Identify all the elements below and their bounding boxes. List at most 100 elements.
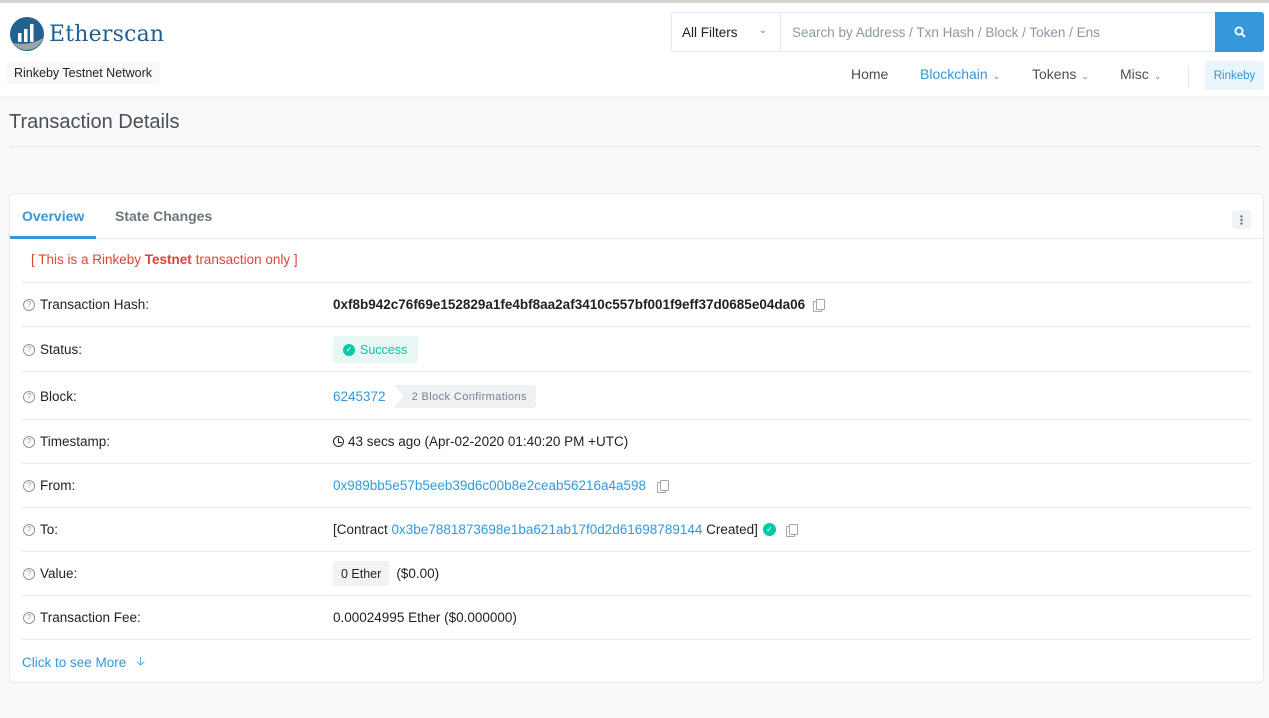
see-more-link[interactable]: Click to see More 🡣 (22, 652, 145, 673)
row-status: ? Status: ✓ Success (22, 326, 1251, 371)
field-value: 0x989bb5e57b5eeb39d6c00b8e2ceab56216a4a5… (333, 478, 670, 493)
nav-label: Misc (1120, 66, 1149, 82)
copy-icon[interactable] (813, 298, 826, 312)
status-text: Success (360, 342, 408, 357)
search-filter-select[interactable]: All Filters ⌄ (671, 12, 781, 52)
label-text: To: (40, 522, 59, 537)
ether-amount-badge: 0 Ether (333, 561, 390, 586)
label-text: From: (40, 478, 76, 493)
nav-blockchain[interactable]: Blockchain ⌄ (920, 66, 1000, 82)
from-address-link[interactable]: 0x989bb5e57b5eeb39d6c00b8e2ceab56216a4a5… (333, 478, 646, 493)
field-label: ? From: (23, 478, 75, 493)
field-value: 0 Ether ($0.00) (333, 561, 439, 586)
chevron-down-icon: ⌄ (1081, 71, 1089, 81)
chevron-down-icon: ⌄ (1153, 71, 1162, 81)
clock-icon (333, 436, 344, 447)
search-input[interactable]: Search by Address / Txn Hash / Block / T… (780, 12, 1216, 52)
tab-overview[interactable]: Overview (22, 208, 84, 224)
tab-bar: Overview State Changes (10, 194, 1263, 239)
network-label: Rinkeby Testnet Network (6, 62, 161, 84)
confirmations-badge: 2 Block Confirmations (393, 385, 536, 408)
arrow-down-icon: 🡣 (136, 654, 145, 668)
fee-text: 0.00024995 Ether ($0.000000) (333, 610, 517, 625)
field-label: ? Value: (23, 566, 77, 581)
label-text: Transaction Fee: (40, 610, 141, 625)
field-label: ? Transaction Hash: (23, 297, 149, 312)
help-icon[interactable]: ? (23, 479, 35, 492)
field-value: 0.00024995 Ether ($0.000000) (333, 610, 517, 625)
search-icon (1234, 26, 1245, 38)
row-from: ? From: 0x989bb5e57b5eeb39d6c00b8e2ceab56… (22, 463, 1251, 507)
nav-home[interactable]: Home (851, 66, 888, 82)
notice-text: [ This is a Rinkeby (31, 252, 145, 267)
label-text: Timestamp: (40, 434, 111, 449)
row-block: ? Block: 6245372 2 Block Confirmations (22, 371, 1251, 419)
field-value: ✓ Success (333, 336, 419, 363)
transaction-hash: 0xf8b942c76f69e152829a1fe4bf8aa2af3410c5… (333, 297, 806, 312)
block-number-link[interactable]: 6245372 (333, 389, 386, 404)
search-button[interactable] (1215, 12, 1264, 52)
transaction-card: Overview State Changes [ This is a Rinke… (9, 193, 1264, 683)
status-badge: ✓ Success (333, 336, 419, 363)
row-transaction-hash: ? Transaction Hash: 0xf8b942c76f69e152829… (22, 282, 1251, 326)
copy-icon[interactable] (657, 479, 670, 493)
nav-misc[interactable]: Misc ⌄ (1120, 66, 1161, 82)
active-tab-indicator (10, 236, 96, 239)
brand-name: Etherscan (49, 21, 165, 47)
help-icon[interactable]: ? (23, 611, 35, 624)
field-value: 43 secs ago (Apr-02-2020 01:40:20 PM +UT… (333, 434, 628, 449)
network-switch-button[interactable]: Rinkeby (1205, 61, 1264, 90)
nav-label: Home (851, 66, 889, 82)
row-value: ? Value: 0 Ether ($0.00) (22, 551, 1251, 595)
label-text: Status: (40, 342, 83, 357)
row-to: ? To: [Contract 0x3be7881873698e1ba621ab1… (22, 507, 1251, 551)
help-icon[interactable]: ? (23, 435, 35, 448)
help-icon[interactable]: ? (23, 567, 35, 580)
field-label: ? To: (23, 522, 58, 537)
to-suffix: Created] (702, 522, 758, 537)
testnet-notice: [ This is a Rinkeby Testnet transaction … (31, 252, 298, 267)
divider (22, 639, 1251, 640)
row-transaction-fee: ? Transaction Fee: 0.00024995 Ether ($0.0… (22, 595, 1251, 639)
divider (9, 146, 1260, 147)
field-label: ? Transaction Fee: (23, 610, 141, 625)
check-circle-icon: ✓ (343, 343, 355, 356)
help-icon[interactable]: ? (23, 298, 35, 311)
nav-tokens[interactable]: Tokens ⌄ (1032, 66, 1089, 82)
label-text: Value: (40, 566, 78, 581)
field-label: ? Status: (23, 342, 82, 357)
field-label: ? Timestamp: (23, 434, 110, 449)
chevron-down-icon: ⌄ (758, 25, 767, 36)
field-label: ? Block: (23, 389, 77, 404)
to-prefix: [Contract (333, 522, 392, 537)
tab-state-changes[interactable]: State Changes (115, 208, 212, 224)
nav-label: Tokens (1032, 66, 1077, 82)
help-icon[interactable]: ? (23, 343, 35, 356)
timestamp-text: 43 secs ago (Apr-02-2020 01:40:20 PM +UT… (348, 434, 629, 449)
nav-label: Blockchain (920, 66, 988, 82)
copy-icon[interactable] (785, 523, 798, 537)
field-value: 0xf8b942c76f69e152829a1fe4bf8aa2af3410c5… (333, 297, 826, 312)
usd-value: ($0.00) (396, 566, 440, 581)
logo-icon (9, 16, 45, 52)
help-icon[interactable]: ? (23, 523, 35, 536)
filter-value: All Filters (682, 24, 738, 40)
help-icon[interactable]: ? (23, 390, 35, 403)
row-timestamp: ? Timestamp: 43 secs ago (Apr-02-2020 01:… (22, 419, 1251, 463)
see-more-text: Click to see More (22, 655, 127, 670)
page-title: Transaction Details (9, 111, 180, 133)
field-value: [Contract 0x3be7881873698e1ba621ab17f0d2… (333, 522, 798, 537)
etherscan-logo[interactable]: Etherscan (9, 16, 164, 52)
notice-text: transaction only ] (191, 252, 298, 267)
contract-address-link[interactable]: 0x3be7881873698e1ba621ab17f0d2d616987891… (392, 522, 703, 537)
verified-check-icon: ✓ (762, 523, 776, 536)
vertical-dots-icon (1240, 214, 1243, 225)
field-value: 6245372 2 Block Confirmations (333, 385, 536, 408)
label-text: Transaction Hash: (40, 297, 150, 312)
nav-divider (1188, 66, 1189, 88)
site-header: Etherscan Rinkeby Testnet Network All Fi… (0, 3, 1269, 96)
notice-bold: Testnet (144, 252, 192, 267)
more-options-button[interactable] (1232, 210, 1251, 229)
chevron-down-icon: ⌄ (992, 71, 1001, 81)
label-text: Block: (40, 389, 77, 404)
